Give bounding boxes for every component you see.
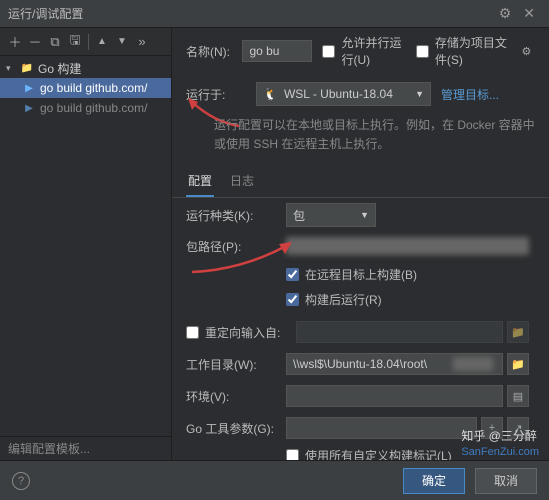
main-panel: 名称(N): 允许并行运行(U) 存储为项目文件(S) ⚙ 运行于: 🐧 WSL… (172, 28, 549, 460)
sidebar-footer: 编辑配置模板... (0, 436, 171, 460)
expand-macros-icon[interactable]: + (481, 417, 503, 439)
env-input[interactable] (286, 385, 503, 407)
save-config-icon[interactable]: 🖫 (66, 33, 84, 51)
name-label: 名称(N): (186, 43, 232, 60)
dialog-titlebar: 运行/调试配置 ⚙ ✕ (0, 0, 549, 28)
close-icon[interactable]: ✕ (517, 5, 541, 22)
edit-templates-link[interactable]: 编辑配置模板... (8, 440, 90, 457)
run-after-build-checkbox[interactable]: 构建后运行(R) (286, 291, 382, 308)
chevron-down-icon: ▼ (415, 89, 424, 99)
toolbar-separator (88, 34, 89, 50)
tab-log[interactable]: 日志 (228, 166, 256, 197)
go-run-icon: ▶ (22, 81, 36, 95)
config-item[interactable]: ▶ go build github.com/ (0, 98, 171, 118)
browse-folder-icon[interactable]: 📁 (507, 321, 529, 343)
ok-button[interactable]: 确定 (403, 468, 465, 494)
expand-icon[interactable]: » (133, 33, 151, 51)
config-item-selected[interactable]: ▶ go build github.com/ (0, 78, 171, 98)
go-run-icon: ▶ (22, 101, 36, 115)
manage-targets-link[interactable]: 管理目标... (441, 86, 499, 103)
name-row: 名称(N): 允许并行运行(U) 存储为项目文件(S) ⚙ (172, 28, 549, 74)
run-kind-label: 运行种类(K): (186, 207, 276, 224)
sidebar-toolbar: ＋ － ⧉ 🖫 ▲ ▼ » (0, 28, 171, 56)
run-target-hint: 运行配置可以在本地或目标上执行。例如，在 Docker 容器中或使用 SSH 在… (172, 112, 549, 164)
chevron-down-icon: ▾ (6, 63, 16, 74)
name-input[interactable] (242, 40, 312, 62)
env-label: 环境(V): (186, 388, 276, 405)
allow-parallel-checkbox[interactable]: 允许并行运行(U) (322, 34, 405, 68)
move-up-icon[interactable]: ▲ (93, 33, 111, 51)
use-all-tags-checkbox[interactable]: 使用所有自定义构建标记(L) (286, 447, 452, 460)
config-tree: ▾ 📁 Go 构建 ▶ go build github.com/ ▶ go bu… (0, 56, 171, 436)
chevron-down-icon: ▼ (360, 210, 369, 220)
move-down-icon[interactable]: ▼ (113, 33, 131, 51)
dialog-title: 运行/调试配置 (8, 5, 493, 22)
go-tool-args-input[interactable] (286, 417, 477, 439)
annotation-arrow-icon (186, 238, 296, 278)
save-project-checkbox[interactable]: 存储为项目文件(S) (416, 34, 508, 68)
tab-config[interactable]: 配置 (186, 166, 214, 197)
expand-field-icon[interactable]: ↗ (507, 417, 529, 439)
run-target-select[interactable]: 🐧 WSL - Ubuntu-18.04 ▼ (256, 82, 431, 106)
tree-group-label: Go 构建 (38, 60, 81, 77)
config-form: 运行种类(K): 包▼ 包路径(P): 在远程目标上构建(B) 构建后运行(R)… (172, 198, 549, 460)
go-tool-args-label: Go 工具参数(G): (186, 420, 276, 437)
config-item-label: go build github.com/ (40, 81, 147, 95)
config-item-label: go build github.com/ (40, 101, 147, 115)
tree-group-go-build[interactable]: ▾ 📁 Go 构建 (0, 58, 171, 78)
redirect-input-checkbox[interactable]: 重定向输入自: (186, 324, 286, 341)
copy-config-icon[interactable]: ⧉ (46, 33, 64, 51)
cancel-button[interactable]: 取消 (475, 468, 537, 494)
dialog-footer: ? 确定 取消 (0, 460, 549, 500)
redacted (453, 357, 493, 371)
run-kind-select[interactable]: 包▼ (286, 203, 376, 227)
remove-config-icon[interactable]: － (26, 33, 44, 51)
build-on-remote-checkbox[interactable]: 在远程目标上构建(B) (286, 266, 417, 283)
workdir-label: 工作目录(W): (186, 356, 276, 373)
settings-icon[interactable]: ⚙ (493, 5, 518, 22)
configurations-sidebar: ＋ － ⧉ 🖫 ▲ ▼ » ▾ 📁 Go 构建 ▶ go build githu… (0, 28, 172, 460)
redirect-input-field[interactable] (296, 321, 503, 343)
add-config-icon[interactable]: ＋ (6, 33, 24, 51)
package-path-input[interactable] (286, 237, 529, 255)
edit-env-icon[interactable]: ▤ (507, 385, 529, 407)
go-folder-icon: 📁 (20, 61, 34, 75)
project-file-options-icon[interactable]: ⚙ (518, 40, 535, 62)
browse-folder-icon[interactable]: 📁 (507, 353, 529, 375)
help-icon[interactable]: ? (12, 472, 30, 490)
tabs: 配置 日志 (172, 166, 549, 198)
run-target-value: WSL - Ubuntu-18.04 (284, 87, 393, 101)
linux-icon: 🐧 (263, 87, 278, 101)
